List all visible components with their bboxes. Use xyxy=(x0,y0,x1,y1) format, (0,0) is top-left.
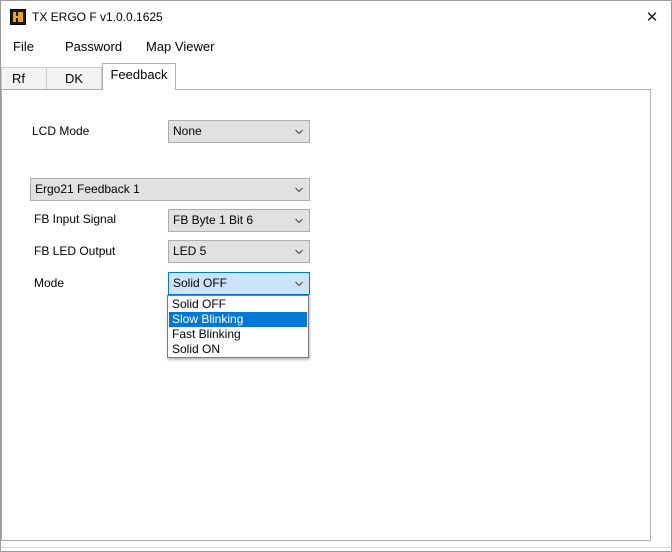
menu-map-viewer[interactable]: Map Viewer xyxy=(146,39,214,54)
lcd-mode-value: None xyxy=(173,124,202,138)
mode-dropdown-list: Solid OFF Slow Blinking Fast Blinking So… xyxy=(167,295,309,358)
lcd-mode-combobox[interactable]: None xyxy=(168,120,310,143)
fb-input-signal-value: FB Byte 1 Bit 6 xyxy=(173,213,254,227)
fb-led-output-value: LED 5 xyxy=(173,244,207,258)
mode-option-solid-off[interactable]: Solid OFF xyxy=(169,297,307,312)
fb-input-signal-combobox[interactable]: FB Byte 1 Bit 6 xyxy=(168,209,310,232)
mode-value: Solid OFF xyxy=(173,276,228,290)
bottom-divider xyxy=(1,547,671,548)
title-bar: TX ERGO F v1.0.0.1625 ✕ xyxy=(1,1,671,33)
feedback-channel-combobox[interactable]: Ergo21 Feedback 1 xyxy=(30,178,310,201)
window-margin xyxy=(651,89,671,541)
feedback-panel: LCD Mode None Ergo21 Feedback 1 FB Input… xyxy=(1,89,651,541)
menu-file[interactable]: File xyxy=(13,39,34,54)
tab-strip: Rf DK Feedback xyxy=(1,63,671,90)
menu-password[interactable]: Password xyxy=(65,39,122,54)
app-logo-icon xyxy=(10,9,26,25)
chevron-down-icon xyxy=(295,187,303,193)
menu-bar: File Password Map Viewer xyxy=(1,33,671,59)
tab-feedback[interactable]: Feedback xyxy=(102,63,176,90)
fb-led-output-label: FB LED Output xyxy=(34,244,116,258)
fb-led-output-combobox[interactable]: LED 5 xyxy=(168,240,310,263)
close-button[interactable]: ✕ xyxy=(641,8,663,28)
mode-option-slow-blinking[interactable]: Slow Blinking xyxy=(169,312,307,327)
chevron-down-icon xyxy=(295,249,303,255)
mode-option-solid-on[interactable]: Solid ON xyxy=(169,342,307,357)
chevron-down-icon xyxy=(295,218,303,224)
mode-label: Mode xyxy=(34,276,65,290)
fb-input-signal-label: FB Input Signal xyxy=(34,212,117,226)
window-title: TX ERGO F v1.0.0.1625 xyxy=(32,10,163,24)
tab-rf[interactable]: Rf xyxy=(1,67,47,89)
chevron-down-icon xyxy=(295,129,303,135)
lcd-mode-label: LCD Mode xyxy=(32,124,90,138)
chevron-down-icon xyxy=(295,281,303,287)
tab-dk[interactable]: DK xyxy=(46,67,102,89)
mode-combobox[interactable]: Solid OFF xyxy=(168,272,310,295)
feedback-channel-value: Ergo21 Feedback 1 xyxy=(35,182,140,196)
mode-option-fast-blinking[interactable]: Fast Blinking xyxy=(169,327,307,342)
app-window: TX ERGO F v1.0.0.1625 ✕ File Password Ma… xyxy=(0,0,672,552)
